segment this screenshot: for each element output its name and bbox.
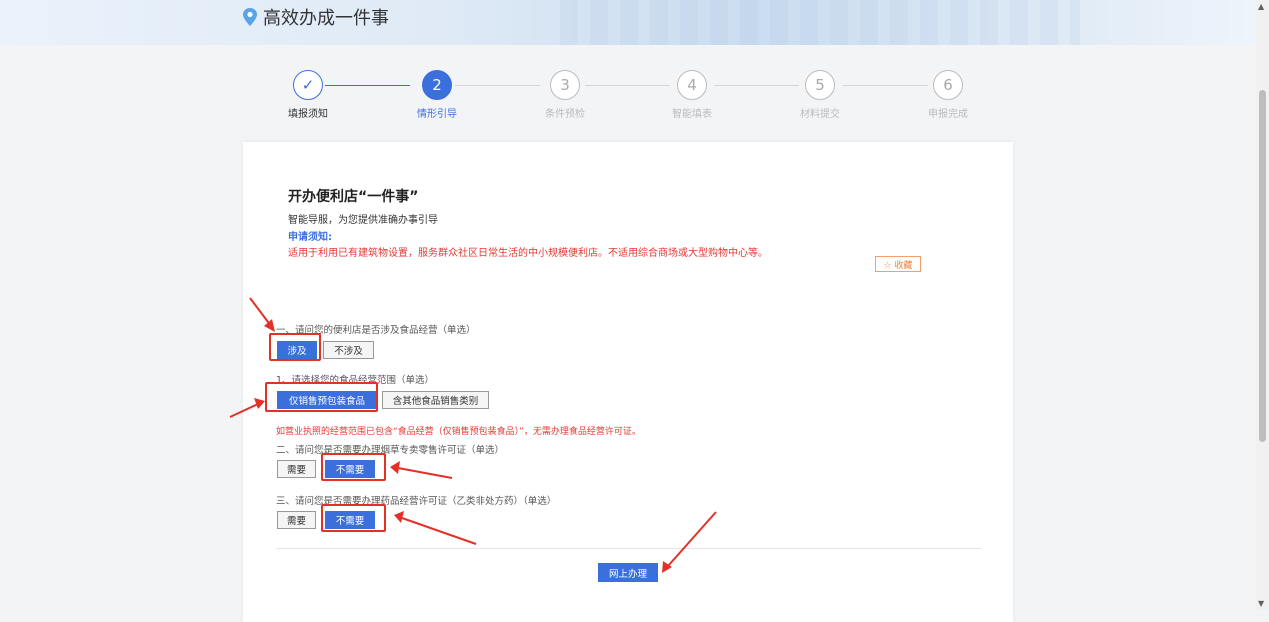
card-divider: [276, 548, 981, 549]
other-food-category-button[interactable]: 含其他食品销售类别: [382, 391, 489, 409]
step-label: 条件预检: [545, 109, 585, 120]
scroll-down-icon[interactable]: ▼: [1258, 599, 1264, 608]
step-4: 4 智能填表: [652, 70, 732, 120]
step-number: 5: [805, 70, 835, 100]
notice-text: 适用于利用已有建筑物设置，服务群众社区日常生活的中小规模便利店。不适用综合商场或…: [288, 248, 768, 259]
scroll-thumb[interactable]: [1259, 90, 1266, 442]
step-number: 6: [933, 70, 963, 100]
scroll-up-icon[interactable]: ▲: [1258, 2, 1264, 11]
step-label: 材料提交: [800, 109, 840, 120]
card-subtitle: 智能导服，为您提供准确办事引导: [288, 215, 438, 226]
prepackaged-only-button[interactable]: 仅销售预包装食品: [277, 391, 377, 409]
food-yes-button[interactable]: 涉及: [277, 341, 317, 359]
question-food-scope: 1、请选择您的食品经营范围（单选）: [276, 375, 435, 386]
question-tobacco: 二、请问您是否需要办理烟草专卖零售许可证（单选）: [276, 445, 505, 456]
pharmacy-yes-button[interactable]: 需要: [277, 511, 316, 529]
step-number: 2: [422, 70, 452, 100]
step-3: 3 条件预检: [525, 70, 605, 120]
favorite-button[interactable]: ☆ 收藏: [875, 256, 921, 272]
page-header: 高效办成一件事: [0, 0, 1256, 45]
vertical-scrollbar[interactable]: ▲ ▼: [1256, 0, 1269, 610]
checkmark-icon: ✓: [293, 70, 323, 100]
tobacco-yes-button[interactable]: 需要: [277, 460, 316, 478]
header-title-text: 高效办成一件事: [263, 8, 389, 29]
step-5: 5 材料提交: [780, 70, 860, 120]
step-1: ✓ 填报须知: [268, 70, 348, 120]
food-no-button[interactable]: 不涉及: [323, 341, 374, 359]
step-label: 填报须知: [288, 109, 328, 120]
notice-label: 申请须知:: [288, 232, 332, 243]
question-pharmacy: 三、请问您是否需要办理药品经营许可证（乙类非处方药）（单选）: [276, 496, 557, 507]
step-number: 4: [677, 70, 707, 100]
step-label: 情形引导: [417, 109, 457, 120]
pharmacy-no-button[interactable]: 不需要: [325, 511, 375, 529]
step-label: 智能填表: [672, 109, 712, 120]
step-label: 申报完成: [928, 109, 968, 120]
tobacco-no-button[interactable]: 不需要: [325, 460, 375, 478]
location-pin-icon: [243, 8, 257, 26]
food-license-warning: 如营业执照的经营范围已包含“食品经营（仅销售预包装食品）”，无需办理食品经营许可…: [276, 427, 641, 437]
step-number: 3: [550, 70, 580, 100]
step-2: 2 情形引导: [397, 70, 477, 120]
step-6: 6 申报完成: [908, 70, 988, 120]
guide-card: 开办便利店“一件事” 智能导服，为您提供准确办事引导 申请须知: 适用于利用已有…: [243, 142, 1013, 622]
card-title: 开办便利店“一件事”: [288, 189, 419, 205]
header-banner-decoration: [560, 0, 1080, 45]
question-food: 一、请问您的便利店是否涉及食品经营（单选）: [276, 325, 476, 336]
progress-steps: ✓ 填报须知 2 情形引导 3 条件预检 4 智能填表 5 材料提交 6 申报完…: [0, 70, 1256, 122]
apply-online-button[interactable]: 网上办理: [598, 563, 658, 582]
header-title: 高效办成一件事: [243, 4, 389, 30]
